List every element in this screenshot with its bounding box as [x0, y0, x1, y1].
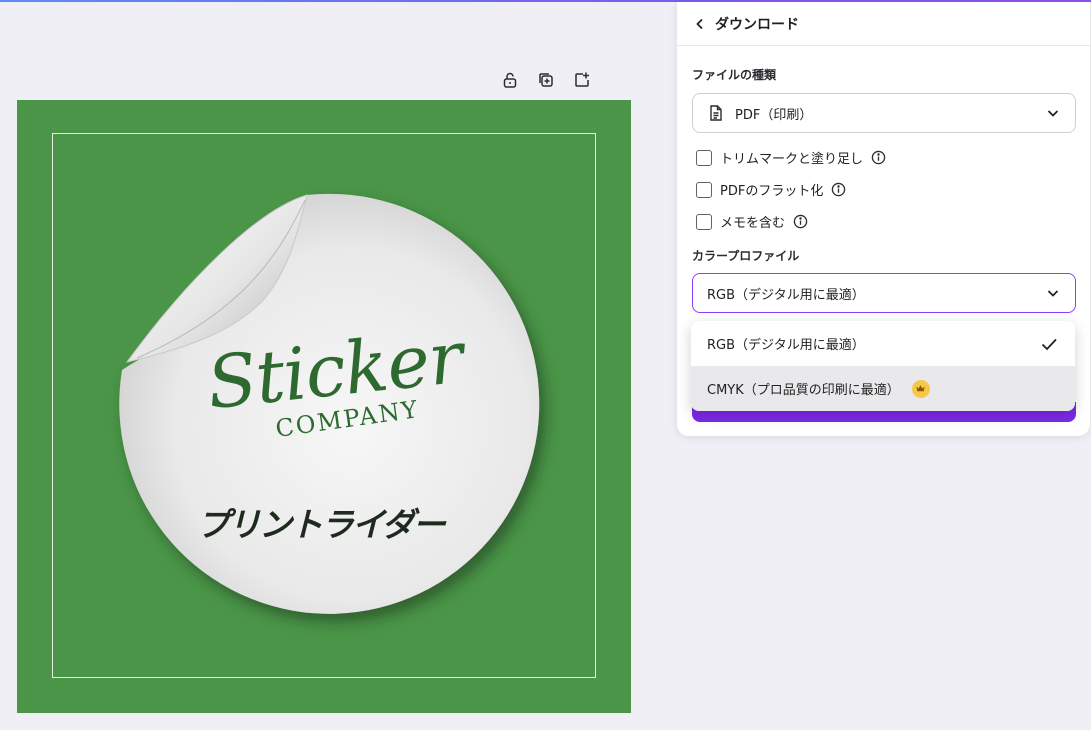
panel-header: ダウンロード: [677, 2, 1090, 46]
duplicate-icon: [539, 73, 553, 87]
file-type-label: ファイルの種類: [692, 68, 777, 82]
dropdown-option-label: RGB（デジタル用に最適）: [707, 338, 865, 353]
include-notes-checkbox[interactable]: [696, 213, 712, 230]
color-profile-value: RGB（デジタル用に最適）: [707, 287, 865, 303]
dropdown-option-label: CMYK（プロ品質の印刷に最適）: [707, 383, 900, 398]
lock-button[interactable]: [498, 68, 522, 92]
chevron-left-icon: [696, 18, 703, 29]
trim-marks-checkbox[interactable]: [696, 149, 712, 166]
document-icon: [710, 105, 722, 121]
sticker-katakana-text: プリントライダー: [197, 505, 446, 544]
back-button[interactable]: ダウンロード: [693, 14, 799, 34]
checkmark-icon: [1041, 338, 1057, 350]
info-icon[interactable]: [793, 214, 808, 229]
flatten-pdf-checkbox[interactable]: [696, 181, 712, 198]
dropdown-option-rgb[interactable]: RGB（デジタル用に最適）: [691, 321, 1075, 366]
flatten-pdf-label: PDFのフラット化: [720, 184, 824, 199]
chevron-down-icon: [1047, 110, 1059, 117]
option-include-notes: メモを含む: [696, 212, 808, 231]
add-page-icon: [575, 72, 589, 87]
add-page-button[interactable]: [570, 68, 594, 92]
option-trim-marks: トリムマークと塗り足し: [696, 148, 886, 167]
file-type-value: PDF（印刷）: [735, 107, 813, 123]
color-profile-select[interactable]: RGB（デジタル用に最適）: [692, 273, 1076, 313]
file-type-select[interactable]: PDF（印刷）: [692, 93, 1076, 133]
color-profile-dropdown: RGB（デジタル用に最適） CMYK（プロ品質の印刷に最適）: [691, 321, 1075, 411]
info-icon[interactable]: [871, 150, 886, 165]
chevron-down-icon: [1047, 290, 1059, 297]
dropdown-option-cmyk[interactable]: CMYK（プロ品質の印刷に最適）: [691, 366, 1075, 411]
panel-title: ダウンロード: [715, 16, 799, 33]
crown-icon: [911, 379, 930, 398]
canvas-toolbar: [498, 68, 594, 92]
color-profile-label: カラープロファイル: [692, 249, 800, 263]
include-notes-label: メモを含む: [720, 216, 786, 231]
lock-icon: [503, 72, 517, 88]
design-canvas[interactable]: Sticker COMPANY プリントライダー: [17, 100, 631, 713]
option-flatten-pdf: PDFのフラット化: [696, 180, 846, 199]
duplicate-page-button[interactable]: [534, 68, 558, 92]
trim-marks-label: トリムマークと塗り足し: [720, 152, 864, 167]
info-icon[interactable]: [831, 182, 846, 197]
